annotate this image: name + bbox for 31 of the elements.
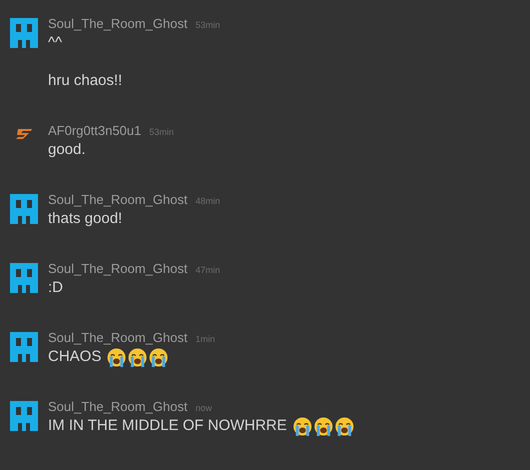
- timestamp: 47min: [195, 264, 220, 277]
- ghost-icon: [8, 263, 40, 293]
- timestamp: 1min: [195, 333, 215, 346]
- timestamp: 53min: [149, 126, 174, 139]
- message-text: good.: [48, 140, 86, 160]
- ghost-icon: [8, 18, 40, 48]
- ghost-icon: [8, 194, 40, 224]
- ghost-icon: [8, 332, 40, 362]
- username: AF0rg0tt3n50u1: [48, 123, 142, 139]
- crying-face-icon: [107, 348, 126, 366]
- username: Soul_The_Room_Ghost: [48, 16, 188, 32]
- crying-face-icon: [128, 348, 148, 366]
- lightning-icon: [15, 129, 33, 139]
- crying-face-icon: [314, 416, 333, 436]
- timestamp: 53min: [195, 19, 220, 32]
- username: Soul_The_Room_Ghost: [48, 399, 188, 415]
- timestamp: now: [195, 402, 212, 415]
- message-text: CHAOS: [48, 347, 102, 367]
- message-text: IM IN THE MIDDLE OF NOWHRRE: [48, 416, 287, 436]
- message-text: thats good!: [48, 209, 122, 229]
- username: Soul_The_Room_Ghost: [48, 330, 188, 346]
- message-text: hru chaos!!: [48, 71, 122, 91]
- crying-face-icon: [292, 416, 312, 436]
- crying-face-icon: [149, 348, 168, 366]
- username: Soul_The_Room_Ghost: [48, 192, 188, 208]
- message-text: :D: [48, 278, 63, 298]
- message-text: ^^: [48, 33, 62, 53]
- username: Soul_The_Room_Ghost: [48, 261, 188, 277]
- ghost-icon: [8, 401, 40, 431]
- crying-face-icon: [334, 416, 354, 436]
- timestamp: 48min: [195, 195, 220, 208]
